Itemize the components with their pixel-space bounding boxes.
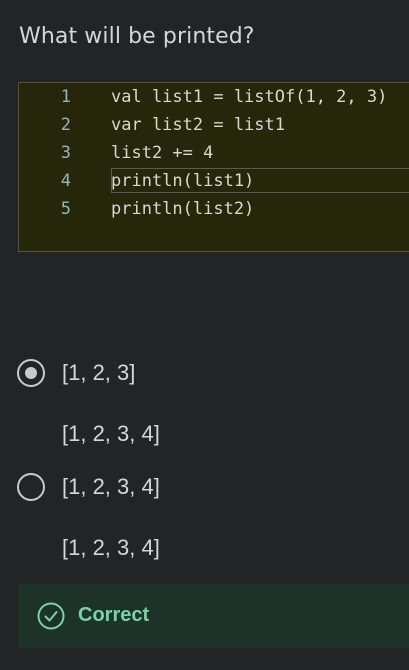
line-code: list2 += 4 xyxy=(111,143,214,163)
line-code: println(list1) xyxy=(111,171,255,191)
code-line: 5 println(list2) xyxy=(19,196,409,222)
answer-option-1[interactable]: [1, 2, 3] [1, 2, 3, 4] xyxy=(0,355,409,446)
code-editor: 1 val list1 = listOf(1, 2, 3) 2 var list… xyxy=(18,82,409,252)
option-text-line2: [1, 2, 3, 4] xyxy=(62,421,160,446)
radio-button-selected[interactable] xyxy=(17,359,45,387)
line-code: val list1 = listOf(1, 2, 3) xyxy=(111,87,388,107)
code-line: 3 list2 += 4 xyxy=(19,140,409,166)
option-text-line2: [1, 2, 3, 4] xyxy=(62,535,160,560)
line-number: 4 xyxy=(60,171,71,191)
feedback-banner: Correct xyxy=(18,584,409,648)
code-line-current: 4 println(list1) xyxy=(19,168,409,194)
option-text-line1: [1, 2, 3] xyxy=(62,360,136,385)
line-number: 1 xyxy=(60,87,71,107)
line-code: var list2 = list1 xyxy=(111,115,285,135)
code-line: 2 var list2 = list1 xyxy=(19,112,409,138)
feedback-label: Correct xyxy=(78,604,150,626)
code-line: 1 val list1 = listOf(1, 2, 3) xyxy=(19,84,409,110)
check-circle-icon xyxy=(37,602,65,630)
line-code: println(list2) xyxy=(111,199,255,219)
line-number: 3 xyxy=(60,143,71,163)
option-text-line1: [1, 2, 3, 4] xyxy=(62,474,160,499)
line-number: 5 xyxy=(60,199,71,219)
line-number: 2 xyxy=(60,115,71,135)
radio-button[interactable] xyxy=(17,473,45,501)
question-text: What will be printed? xyxy=(19,24,255,49)
answer-option-2[interactable]: [1, 2, 3, 4] [1, 2, 3, 4] xyxy=(0,469,409,560)
